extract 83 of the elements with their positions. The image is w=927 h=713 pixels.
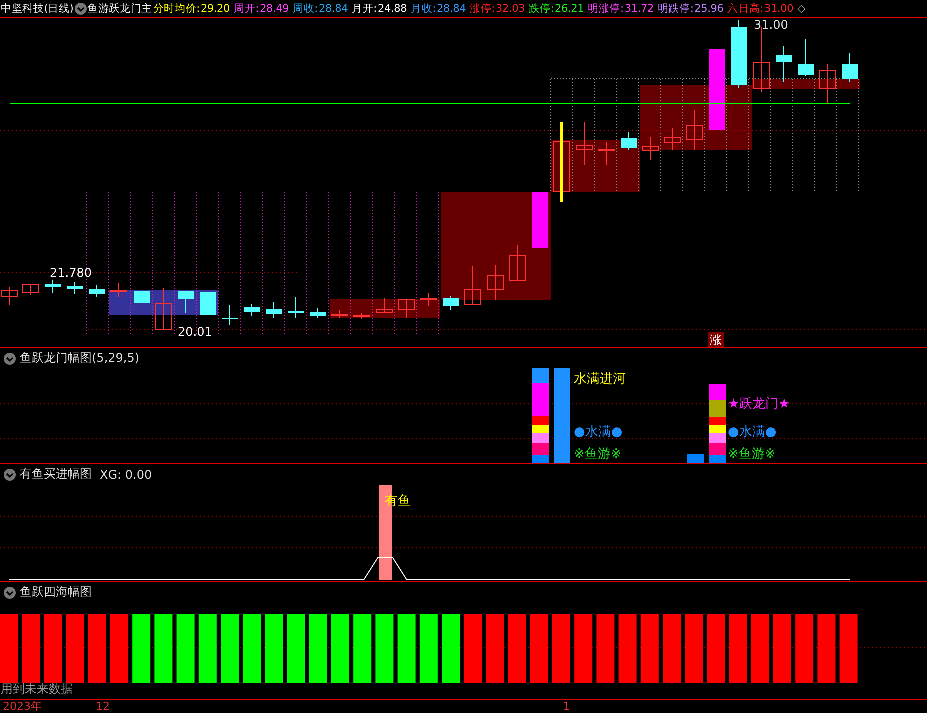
dropdown-icon[interactable] — [4, 468, 16, 480]
stat-value: 26.21 — [555, 2, 584, 14]
dropdown-icon[interactable] — [74, 2, 87, 14]
peak-price-label: 31.00 — [754, 18, 788, 32]
candlestick — [376, 298, 394, 314]
signal-label: ●水满● — [574, 425, 623, 440]
diamond-marker: ◇ — [798, 2, 806, 14]
signal-label: ●水满● — [728, 425, 777, 440]
candlestick — [398, 300, 416, 318]
stat-value: 29.20 — [200, 2, 230, 14]
indicator-name: 鱼游跃龙门主 — [88, 2, 152, 16]
stat-value: 28.49 — [260, 2, 290, 14]
stat-value: 31.72 — [624, 2, 654, 14]
candlestick — [532, 192, 548, 248]
stat-label: 明跌停: — [658, 2, 694, 16]
candlestick — [598, 142, 616, 166]
stat-label: 分时均价: — [153, 2, 200, 16]
panel-title: 鱼跃龙门幅图(5,29,5) — [20, 350, 140, 367]
candlestick — [354, 312, 370, 320]
signal-label: ★跃龙门★ — [728, 397, 790, 412]
candlestick — [310, 308, 326, 318]
stat-label: 跌停: — [529, 2, 554, 16]
stat-label: 月开: — [352, 2, 377, 16]
signal-label: ※鱼游※ — [728, 447, 776, 462]
candlestick — [134, 290, 150, 304]
candlestick — [686, 110, 704, 150]
candlestick — [288, 296, 304, 318]
signal-label: ※鱼游※ — [574, 447, 622, 462]
candlestick — [244, 304, 260, 316]
stat-value: 24.88 — [378, 2, 408, 14]
stat-label: 涨停: — [470, 2, 496, 16]
date-label: 12 — [96, 700, 110, 713]
stat-value: 25.96 — [694, 2, 724, 14]
candlestick — [266, 302, 282, 318]
xg-reading: XG: 0.00 — [100, 468, 152, 482]
candlestick — [776, 46, 792, 82]
signal-label: 水满进河 — [574, 372, 626, 387]
candlestick — [642, 136, 660, 160]
stat-value: 31.00 — [764, 2, 794, 14]
candlestick — [156, 288, 172, 330]
candlestick — [2, 286, 18, 306]
candlestick — [576, 122, 594, 166]
stat-label: 周收: — [293, 2, 318, 16]
candlestick — [200, 292, 216, 316]
limit-up-badge: 涨 — [708, 332, 724, 347]
dropdown-icon[interactable] — [4, 586, 16, 598]
stat-value: 28.84 — [437, 2, 466, 14]
candlestick — [443, 296, 459, 310]
low-price-label: 20.01 — [178, 325, 212, 339]
stat-label: 周开: — [234, 2, 259, 16]
candlestick — [664, 128, 682, 150]
candlestick — [420, 292, 438, 306]
candlestick — [820, 64, 836, 104]
candlestick — [554, 142, 570, 192]
candlestick — [89, 284, 105, 298]
candlestick — [110, 282, 128, 298]
panel-title: 鱼跃四海幅图 — [20, 584, 92, 601]
candlestick — [45, 280, 61, 294]
candlestick — [488, 264, 504, 300]
date-label: 1 — [563, 700, 570, 713]
candlestick — [842, 52, 858, 82]
bar — [687, 454, 704, 463]
stat-value: 32.03 — [496, 2, 526, 14]
candlestick — [178, 290, 194, 314]
candlestick — [510, 244, 526, 282]
candlestick — [731, 20, 747, 88]
candlestick — [332, 310, 348, 318]
panel-title: 有鱼买进幅图 — [20, 466, 92, 483]
stat-label: 月收: — [411, 2, 436, 16]
candlestick — [22, 284, 40, 296]
candlestick — [798, 38, 814, 76]
stat-label: 六日高: — [728, 2, 764, 16]
dropdown-icon[interactable] — [4, 352, 16, 364]
stock-title: 中坚科技(日线) — [1, 2, 74, 16]
candlestick — [67, 282, 83, 294]
future-data-note: 用到未来数据 — [1, 681, 73, 698]
date-label: 2023年 — [3, 700, 42, 713]
stat-label: 明涨停: — [588, 2, 624, 16]
stat-value: 28.84 — [318, 2, 348, 14]
candlestick — [464, 266, 482, 306]
candlestick — [621, 132, 637, 150]
candlestick — [222, 304, 238, 326]
high-price-label: 21.780 — [50, 266, 92, 280]
